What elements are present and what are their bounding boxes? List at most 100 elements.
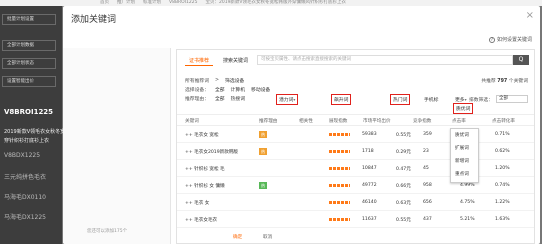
plan-item[interactable]: V8BROI1225 [4, 108, 53, 116]
table-row[interactable]: ++ 针织衫 宽松 毛108470.47元456.99%1.20% [177, 161, 534, 177]
keyword-panel: 证书推荐 搜索关键词 可按宝贝属性、请点击搜索直接搜索的关键词 Q 所有推荐词 … [176, 49, 535, 244]
plan-item[interactable]: V8BDX1225 [4, 152, 40, 159]
dropdown-item[interactable]: 新增词 [455, 158, 469, 164]
help-label: 如何设置关键词 [496, 37, 532, 43]
cell-bid: 0.66元 [396, 184, 411, 189]
cell-keyword[interactable]: ++ 毛衣女 宽松 [185, 132, 219, 138]
filter-rising[interactable]: 飙升词 [331, 94, 352, 105]
col-impressions[interactable]: 展现指数 [329, 118, 347, 124]
col-ctr[interactable]: 点击率 [452, 118, 466, 124]
relevance-bar [329, 218, 350, 221]
relevance-bar [329, 150, 350, 153]
device-mobile[interactable]: 移动设备 [251, 86, 270, 93]
plan-item[interactable]: 三元纯拼色毛衣 [4, 172, 46, 181]
col-avg-bid[interactable]: 市场平均出价 [363, 118, 391, 124]
filter-root[interactable]: 所有推荐词 [185, 77, 209, 84]
cell-impressions: 59383 [362, 132, 377, 137]
total-count: 共推荐 797 个关键词 [481, 77, 528, 84]
cell-competition: 656 [423, 200, 432, 205]
reason-badge: 热 [259, 131, 267, 138]
col-cvr[interactable]: 点击转化率 [492, 118, 515, 124]
sort-label: 排数筛选： [469, 97, 493, 103]
device-all[interactable]: 全部 [215, 86, 225, 93]
dropdown-item[interactable]: 质优词 [455, 132, 469, 138]
cell-impressions: 1718 [362, 149, 374, 154]
keyword-tabs: 证书推荐 搜索关键词 [185, 56, 252, 66]
close-icon[interactable]: × [526, 10, 534, 21]
cell-cvr: 1.20% [495, 166, 510, 171]
tab-recommend[interactable]: 证书推荐 [185, 56, 214, 66]
filter-phone[interactable]: 手机标 [422, 95, 440, 104]
device-filter: 选择设备： 全部 计算机 移动设备 [185, 86, 270, 93]
cell-keyword[interactable]: ++ 毛衣 女 [185, 200, 209, 206]
more-dropdown: 质优词 扩展词 新增词 重点词 [450, 128, 479, 183]
cancel-button[interactable]: 取消 [263, 234, 272, 240]
cell-ctr: 5.21% [460, 217, 475, 222]
filter-potential-label: 潜力词 [279, 98, 294, 103]
dropdown-item[interactable]: 重点词 [455, 171, 469, 177]
table-header: 关键词 推荐理由 相关性 展现指数 市场平均出价 竞争指数 点击率 点击转化率 [177, 114, 534, 126]
relevance-bar [329, 184, 350, 187]
cell-cvr: 0.62% [495, 149, 510, 154]
cell-bid: 0.55元 [396, 218, 411, 223]
table-row[interactable]: ++ 针织衫 女 慵懒 49772 0.66元 958 4.99% 0.74% 热 [177, 178, 534, 194]
cell-ctr: 4.99% [460, 183, 475, 188]
filter-quality[interactable]: 质优词 [453, 103, 474, 114]
total-prefix: 共推荐 [481, 79, 496, 84]
table-row[interactable]: ++ 毛衣女2019新款韩版17180.29元237.94%0.62%热 [177, 144, 534, 160]
cell-cvr: 0.71% [495, 132, 510, 137]
selected-keywords-pane: 您还可以添加175个 [63, 48, 171, 244]
cell-competition: 958 [423, 183, 432, 188]
plan-list: V8BROI1225 2019新款V领毛衣女秋冬宽松韩版外 穿针织衫打底衫上衣 … [0, 0, 85, 244]
reason-filter: 推荐理由： 全部 热搜词 [185, 95, 245, 102]
chevron-down-icon: ▾ [464, 97, 467, 102]
device-pc[interactable]: 计算机 [231, 86, 245, 93]
reason-badge: 热 [259, 182, 267, 189]
confirm-button[interactable]: 确定 [233, 234, 242, 240]
filter-sep: > [215, 78, 220, 83]
remaining-count: 您还可以添加175个 [87, 229, 128, 234]
col-competition[interactable]: 竞争指数 [413, 118, 431, 124]
screen: 首页 推广计划 标准计划 V8BROI1225 宝贝：2019新款V领毛衣女秋冬… [0, 0, 542, 244]
cell-cvr: 1.22% [495, 200, 510, 205]
cell-keyword[interactable]: ++ 毛衣女2019新款韩版 [185, 149, 238, 155]
cell-bid: 0.55元 [396, 133, 411, 138]
total-value: 797 [497, 79, 508, 84]
device-label: 选择设备： [185, 88, 209, 93]
cell-competition: 45 [423, 166, 429, 171]
question-icon: ? [488, 36, 495, 43]
sort-select[interactable]: 全部 [496, 95, 528, 103]
table-row[interactable]: ++ 毛衣女 宽松593830.55元3595.66%0.71%热 [177, 127, 534, 143]
plan-item[interactable]: 马海毛DX1225 [4, 212, 46, 221]
filter-hot[interactable]: 热门词 [390, 94, 411, 105]
total-suffix: 个关键词 [508, 79, 528, 84]
reason-hot[interactable]: 热搜词 [231, 95, 245, 102]
col-keyword: 关键词 [185, 119, 199, 124]
cell-impressions: 10847 [362, 166, 377, 171]
cell-keyword[interactable]: ++ 针织衫 女 慵懒 [185, 183, 225, 189]
table-row[interactable]: ++ 毛衣女毛衣 11637 0.55元 437 5.21% 1.63% [177, 212, 534, 228]
help-link[interactable]: ? 如何设置关键词 [488, 36, 532, 43]
cell-keyword[interactable]: ++ 针织衫 宽松 毛 [185, 166, 225, 172]
add-keyword-modal: 添加关键词 × ? 如何设置关键词 您还可以添加175个 证书推荐 搜索关键词 … [63, 6, 540, 244]
modal-title: 添加关键词 [71, 15, 117, 25]
reason-all[interactable]: 全部 [215, 95, 225, 102]
relevance-bar [329, 201, 350, 204]
col-relevance[interactable]: 相关性 [299, 118, 313, 124]
filter-potential[interactable]: 潜力词▾ [276, 94, 299, 105]
table-row[interactable]: ++ 毛衣 女 46140 0.63元 656 4.75% 1.22% [177, 195, 534, 211]
cell-bid: 0.29元 [396, 150, 411, 155]
reason-label: 推荐理由： [185, 97, 209, 102]
plan-item: 穿针织衫打底衫上衣 [4, 138, 50, 144]
search-icon[interactable]: Q [513, 55, 529, 65]
dropdown-item[interactable]: 扩展词 [455, 145, 469, 151]
relevance-bar [329, 133, 350, 136]
reason-badge: 热 [259, 148, 267, 155]
tab-search[interactable]: 搜索关键词 [219, 56, 252, 66]
plan-item[interactable]: 马海毛DX0110 [4, 192, 46, 201]
keyword-search-input[interactable]: 可按宝贝属性、请点击搜索直接搜索的关键词 [257, 55, 513, 65]
relevance-bar [329, 167, 350, 170]
cell-keyword[interactable]: ++ 毛衣女毛衣 [185, 217, 217, 223]
filter-device[interactable]: 筛选设备 [225, 77, 244, 84]
cell-impressions: 49772 [362, 183, 377, 188]
